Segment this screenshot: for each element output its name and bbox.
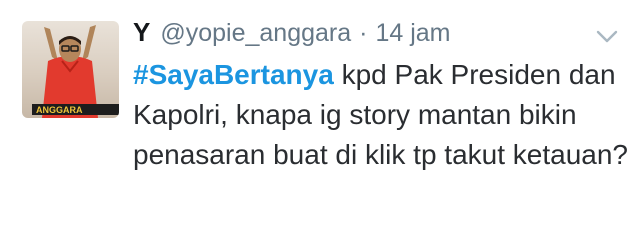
user-handle[interactable]: @yopie_anggara bbox=[160, 19, 351, 48]
display-name[interactable]: Y bbox=[133, 17, 150, 48]
timestamp[interactable]: 14 jam bbox=[375, 19, 450, 48]
tweet-text: #SayaBertanya kpd Pak Presiden dan Kapol… bbox=[133, 55, 628, 175]
separator-dot: · bbox=[359, 19, 368, 47]
svg-text:ANGGARA: ANGGARA bbox=[36, 105, 83, 115]
avatar-image: ANGGARA bbox=[22, 21, 119, 118]
avatar[interactable]: ANGGARA bbox=[22, 21, 119, 118]
tweet-card[interactable]: ANGGARA Y @yopie_anggara · 14 jam #SayaB… bbox=[0, 0, 640, 245]
tweet-header: Y @yopie_anggara · 14 jam bbox=[133, 17, 451, 55]
chevron-down-icon[interactable] bbox=[596, 30, 618, 44]
hashtag-link[interactable]: #SayaBertanya bbox=[133, 59, 334, 90]
